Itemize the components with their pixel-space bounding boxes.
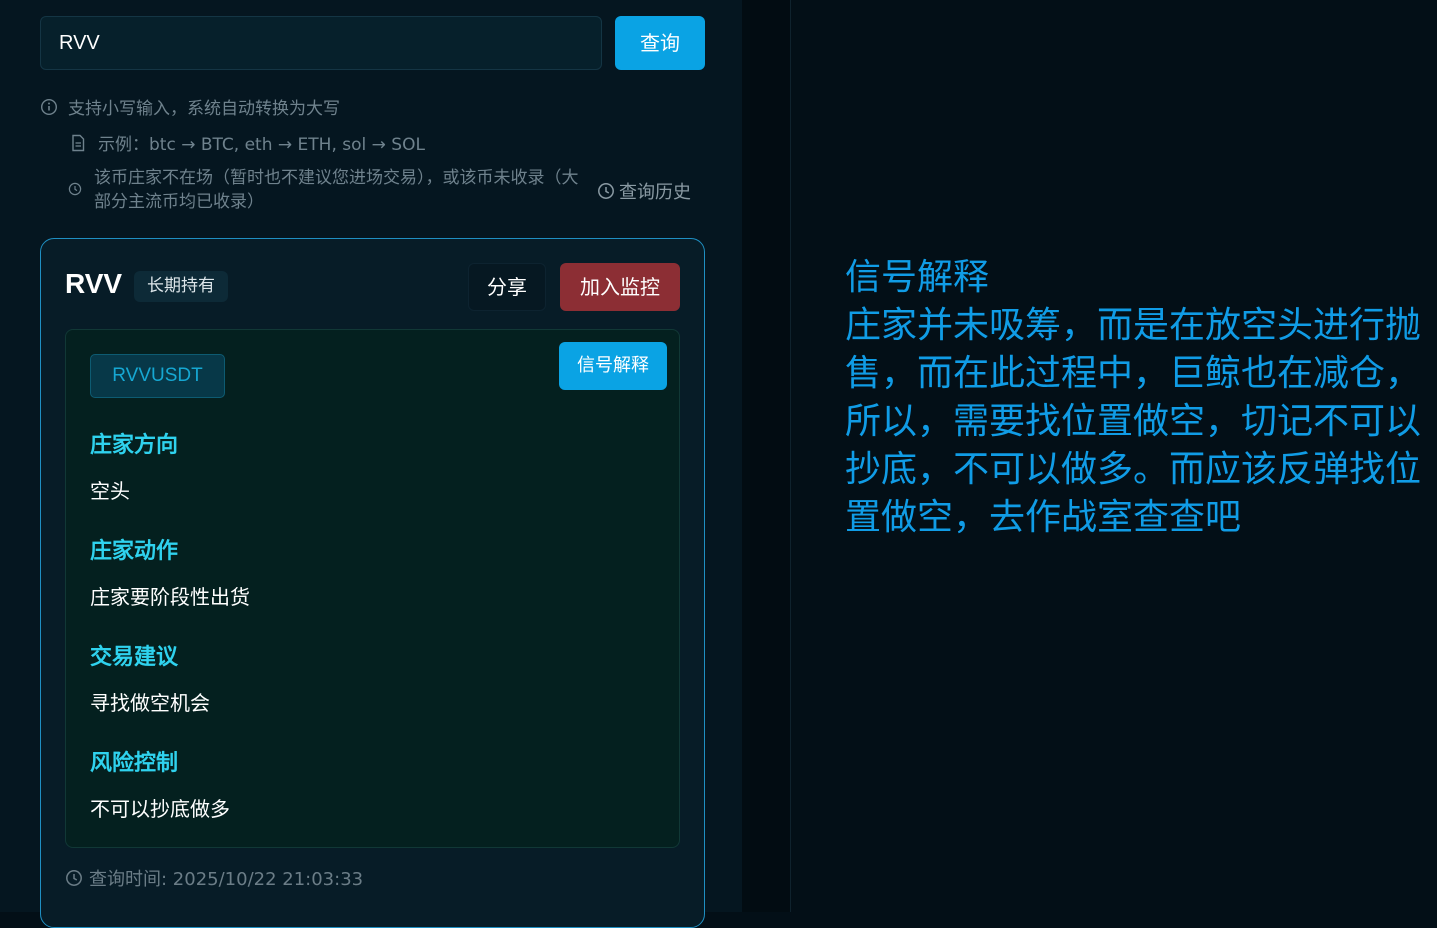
banker-action-title: 庄家动作: [90, 539, 179, 564]
risk-control-value: 不可以抄底做多: [90, 797, 230, 821]
trade-advice-value: 寻找做空机会: [90, 691, 210, 715]
document-icon: [72, 134, 85, 151]
coin-symbol: RVV: [65, 268, 123, 299]
trade-advice-title: 交易建议: [90, 645, 179, 670]
info-icon: [40, 98, 58, 115]
search-input[interactable]: RVV: [40, 16, 602, 70]
signal-explanation-body: 庄家并未吸筹，而是在放空头进行抛售，而在此过程中，巨鲸也在减仓，所以，需要找位置…: [845, 305, 1422, 538]
query-history-label: 查询历史: [619, 182, 691, 203]
trading-pair-tag: RVVUSDT: [90, 354, 225, 398]
panel-divider: [742, 0, 791, 912]
example-hint-text: 示例：btc → BTC, eth → ETH, sol → SOL: [98, 135, 425, 155]
share-button[interactable]: 分享: [468, 263, 546, 311]
query-history-link[interactable]: 查询历史: [597, 178, 691, 204]
hold-period-badge: 长期持有: [134, 271, 228, 302]
clock-icon: [68, 182, 82, 196]
signal-explanation-title: 信号解释: [845, 257, 990, 298]
banker-direction-title: 庄家方向: [90, 433, 179, 458]
query-timestamp-text: 查询时间: 2025/10/22 21:03:33: [89, 869, 364, 890]
not-listed-hint-text: 该币庄家不在场（暂时也不建议您进场交易），或该币未收录（大部分主流币均已收录）: [94, 168, 579, 212]
history-clock-icon: [598, 183, 614, 199]
lowercase-hint-text: 支持小写输入，系统自动转换为大写: [68, 99, 340, 119]
risk-control-title: 风险控制: [90, 751, 179, 776]
signal-explain-button[interactable]: 信号解释: [559, 342, 667, 390]
not-listed-hint: 该币庄家不在场（暂时也不建议您进场交易），或该币未收录（大部分主流币均已收录）: [68, 166, 588, 214]
banker-action-value: 庄家要阶段性出货: [90, 585, 250, 609]
signal-explanation: 信号解释 庄家并未吸筹，而是在放空头进行抛售，而在此过程中，巨鲸也在减仓，所以，…: [845, 254, 1430, 542]
query-timestamp: 查询时间: 2025/10/22 21:03:33: [65, 865, 363, 891]
example-hint: 示例：btc → BTC, eth → ETH, sol → SOL: [70, 130, 425, 155]
add-monitor-button[interactable]: 加入监控: [560, 263, 680, 311]
lowercase-hint: 支持小写输入，系统自动转换为大写: [40, 94, 340, 119]
banker-direction-value: 空头: [90, 479, 130, 503]
search-button[interactable]: 查询: [615, 16, 705, 70]
clock-icon: [66, 870, 82, 886]
